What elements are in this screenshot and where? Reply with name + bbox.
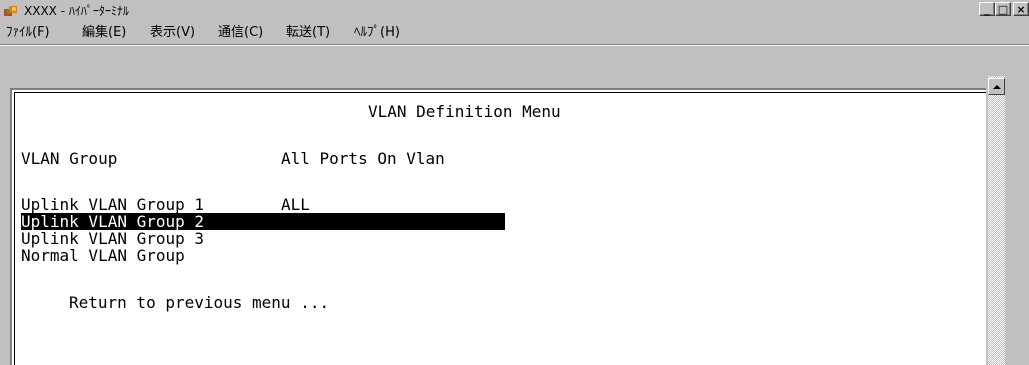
title-bar: XXXX - ﾊｲﾊﾟｰﾀｰﾐﾅﾙ _ □ × — [0, 0, 1029, 23]
scroll-up-button[interactable] — [988, 78, 1005, 95]
vlan-row-uplink-3[interactable]: Uplink VLAN Group 3 — [21, 230, 204, 247]
column-header-vlan-group: VLAN Group — [21, 149, 118, 168]
toolbar-area — [0, 45, 1029, 76]
minimize-icon: _ — [984, 2, 990, 16]
hyperterminal-app-icon[interactable] — [3, 3, 19, 19]
window-title: XXXX - ﾊｲﾊﾟｰﾀｰﾐﾅﾙ — [24, 4, 129, 18]
maximize-icon: □ — [997, 2, 1009, 16]
vlan-row-uplink-2[interactable]: Uplink VLAN Group 2 — [21, 213, 204, 230]
close-icon: × — [1016, 2, 1026, 16]
close-button[interactable]: × — [1013, 2, 1029, 16]
menu-help[interactable]: ﾍﾙﾌﾟ(H) — [352, 25, 402, 41]
menu-bar: ﾌｧｲﾙ(F) 編集(E) 表示(V) 通信(C) 転送(T) ﾍﾙﾌﾟ(H) — [0, 22, 1029, 45]
vlan-row-uplink-1[interactable]: Uplink VLAN Group 1 — [21, 196, 204, 213]
menu-view[interactable]: 表示(V) — [148, 25, 197, 41]
vlan-row-normal[interactable]: Normal VLAN Group — [21, 247, 185, 264]
maximize-button[interactable]: □ — [995, 2, 1011, 16]
terminal-screen[interactable]: VLAN Definition Menu VLAN Group All Port… — [14, 92, 986, 365]
scroll-track[interactable] — [988, 76, 1005, 365]
arrow-up-icon — [992, 84, 1001, 89]
terminal-window[interactable]: VLAN Definition Menu VLAN Group All Port… — [10, 88, 986, 365]
vlan-row-uplink-1-ports: ALL — [281, 195, 310, 214]
column-header-ports: All Ports On Vlan — [281, 149, 445, 168]
menu-edit[interactable]: 編集(E) — [80, 25, 128, 41]
minimize-button[interactable]: _ — [979, 2, 995, 16]
return-previous-menu[interactable]: Return to previous menu ... — [69, 294, 329, 311]
menu-heading: VLAN Definition Menu — [368, 102, 561, 121]
menu-comm[interactable]: 通信(C) — [216, 25, 265, 41]
menu-transfer[interactable]: 転送(T) — [284, 25, 332, 41]
window-right-edge — [1006, 76, 1029, 365]
window-controls: _ □ × — [979, 2, 1029, 16]
menu-file[interactable]: ﾌｧｲﾙ(F) — [4, 25, 52, 41]
